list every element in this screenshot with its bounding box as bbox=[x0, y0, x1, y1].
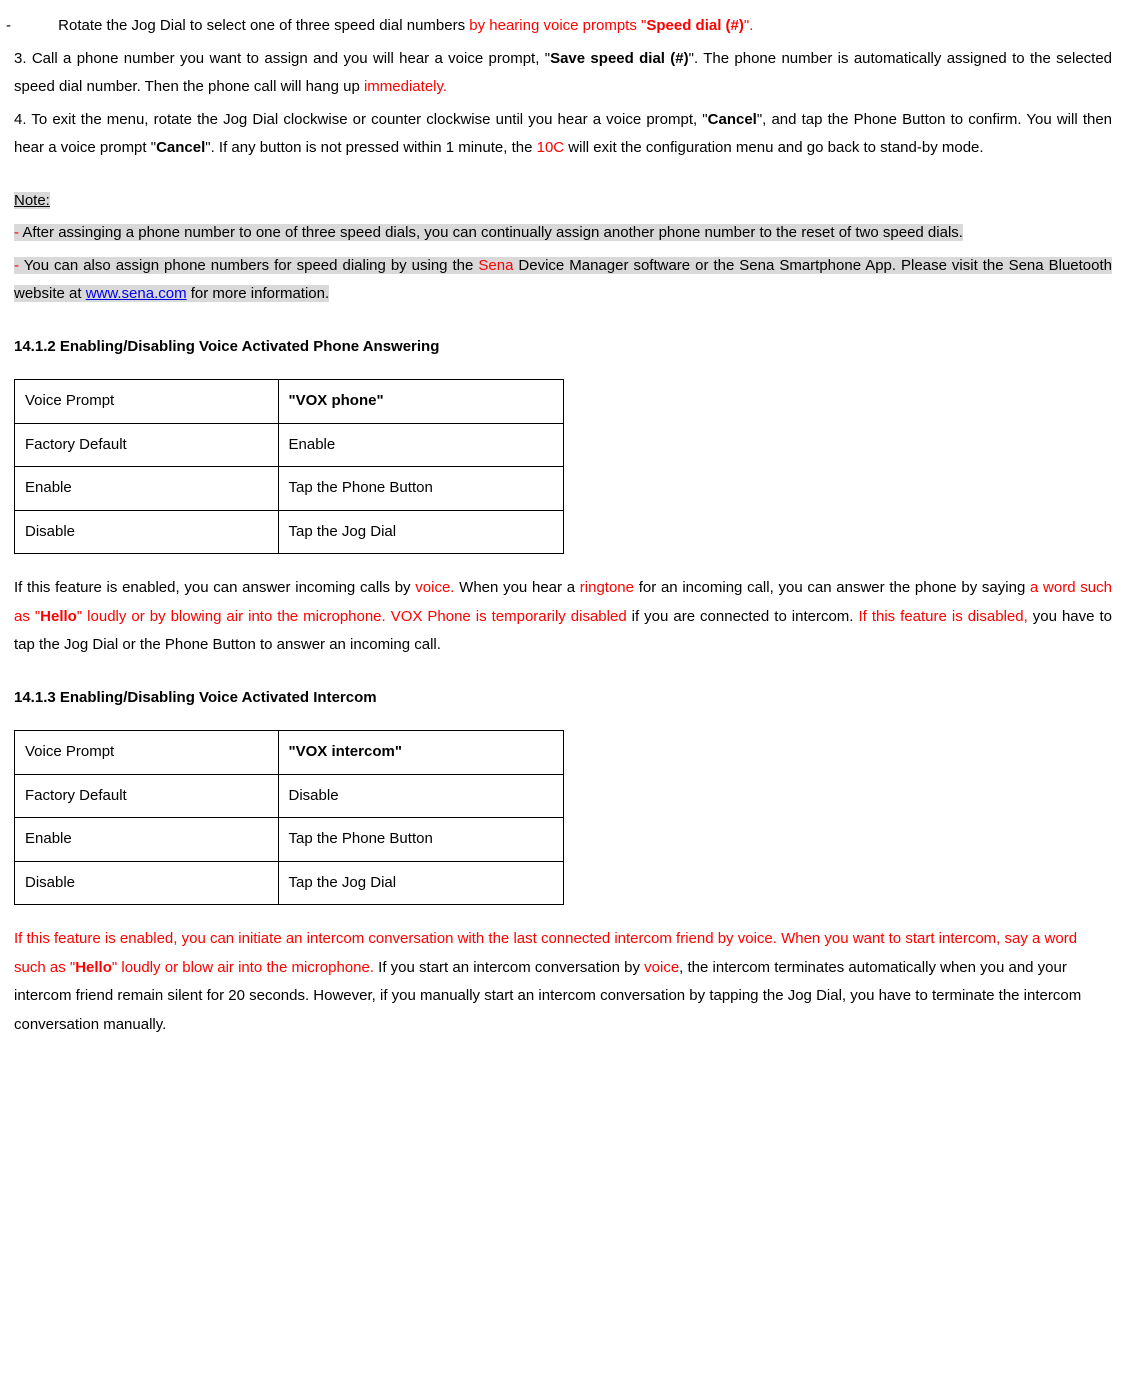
table-row: Voice Prompt "VOX phone" bbox=[15, 380, 564, 424]
heading-1413: 14.1.3 Enabling/Disabling Voice Activate… bbox=[14, 684, 1112, 713]
table-row: Disable Tap the Jog Dial bbox=[15, 510, 564, 554]
s1413p-b: Hello bbox=[75, 959, 112, 976]
cell-voice-prompt: Voice Prompt bbox=[15, 731, 279, 775]
paragraph-3: 3. Call a phone number you want to assig… bbox=[14, 45, 1112, 102]
s1413p-e: voice bbox=[644, 959, 679, 976]
bullet-text-1: Rotate the Jog Dial to select one of thr… bbox=[58, 17, 465, 34]
note-title-line: Note: bbox=[14, 187, 1112, 216]
p4-f: 10C bbox=[537, 139, 565, 156]
vox-phone-paragraph: If this feature is enabled, you can answ… bbox=[14, 574, 1112, 660]
vox-phone-table: Voice Prompt "VOX phone" Factory Default… bbox=[14, 379, 564, 554]
s1412p-j: If this feature is disabled, bbox=[858, 608, 1027, 625]
cell-disable-label: Disable bbox=[15, 510, 279, 554]
cell-tap-jog: Tap the Jog Dial bbox=[278, 861, 563, 905]
s1412p-e: for an incoming call, you can answer the… bbox=[634, 579, 1030, 596]
note1-text: After assinging a phone number to one of… bbox=[22, 224, 963, 241]
bullet-dash: - bbox=[34, 12, 54, 41]
s1412p-b: voice. bbox=[415, 579, 454, 596]
table-row: Disable Tap the Jog Dial bbox=[15, 861, 564, 905]
cell-vox-intercom: "VOX intercom" bbox=[278, 731, 563, 775]
p4-b: Cancel bbox=[708, 111, 757, 128]
table-row: Voice Prompt "VOX intercom" bbox=[15, 731, 564, 775]
p3-b: Save speed dial (#) bbox=[550, 50, 689, 67]
cell-factory-default: Factory Default bbox=[15, 774, 279, 818]
cell-enable-label: Enable bbox=[15, 467, 279, 511]
cell-tap-jog: Tap the Jog Dial bbox=[278, 510, 563, 554]
s1412p-h: " loudly or by blowing air into the micr… bbox=[77, 608, 627, 625]
s1412p-i: if you are connected to intercom. bbox=[627, 608, 859, 625]
s1413p-c: " loudly or blow air into the microphone… bbox=[112, 959, 374, 976]
sena-link[interactable]: www.sena.com bbox=[86, 285, 187, 302]
p4-e: ". If any button is not pressed within 1… bbox=[205, 139, 536, 156]
vox-intercom-table: Voice Prompt "VOX intercom" Factory Defa… bbox=[14, 730, 564, 905]
cell-tap-phone: Tap the Phone Button bbox=[278, 467, 563, 511]
bullet-rotate-jog: - Rotate the Jog Dial to select one of t… bbox=[14, 12, 1112, 41]
s1412p-a: If this feature is enabled, you can answ… bbox=[14, 579, 415, 596]
cell-disable-label: Disable bbox=[15, 861, 279, 905]
note-1: - After assinging a phone number to one … bbox=[14, 219, 1112, 248]
note2-b: You can also assign phone numbers for sp… bbox=[24, 257, 479, 274]
s1413p-d: If you start an intercom conversation by bbox=[374, 959, 644, 976]
table-row: Factory Default Disable bbox=[15, 774, 564, 818]
table-row: Factory Default Enable bbox=[15, 423, 564, 467]
cell-vox-phone: "VOX phone" bbox=[278, 380, 563, 424]
p3-d: immediately. bbox=[364, 78, 447, 95]
paragraph-4: 4. To exit the menu, rotate the Jog Dial… bbox=[14, 106, 1112, 163]
p4-g: will exit the configuration menu and go … bbox=[564, 139, 983, 156]
cell-tap-phone: Tap the Phone Button bbox=[278, 818, 563, 862]
p4-d: Cancel bbox=[156, 139, 205, 156]
p4-a: 4. To exit the menu, rotate the Jog Dial… bbox=[14, 111, 708, 128]
cell-voice-prompt: Voice Prompt bbox=[15, 380, 279, 424]
cell-enable: Enable bbox=[278, 423, 563, 467]
s1412p-d: ringtone bbox=[580, 579, 634, 596]
note2-dash: - bbox=[14, 257, 24, 274]
cell-disable: Disable bbox=[278, 774, 563, 818]
cell-factory-default: Factory Default bbox=[15, 423, 279, 467]
note2-c: Sena bbox=[478, 257, 513, 274]
p3-a: 3. Call a phone number you want to assig… bbox=[14, 50, 550, 67]
note2-e: for more information. bbox=[187, 285, 330, 302]
heading-1412: 14.1.2 Enabling/Disabling Voice Activate… bbox=[14, 333, 1112, 362]
s1412p-c: When you hear a bbox=[454, 579, 579, 596]
s1412p-g: Hello bbox=[40, 608, 77, 625]
table-row: Enable Tap the Phone Button bbox=[15, 467, 564, 511]
table-row: Enable Tap the Phone Button bbox=[15, 818, 564, 862]
note-2: - You can also assign phone numbers for … bbox=[14, 252, 1112, 309]
bullet-text-red-bold: Speed dial (#) bbox=[646, 17, 744, 34]
bullet-text-red-1: by hearing voice prompts " bbox=[465, 17, 646, 34]
bullet-text-red-2: ". bbox=[744, 17, 754, 34]
cell-enable-label: Enable bbox=[15, 818, 279, 862]
vox-intercom-paragraph: If this feature is enabled, you can init… bbox=[14, 925, 1112, 1039]
note-title: Note: bbox=[14, 192, 50, 209]
